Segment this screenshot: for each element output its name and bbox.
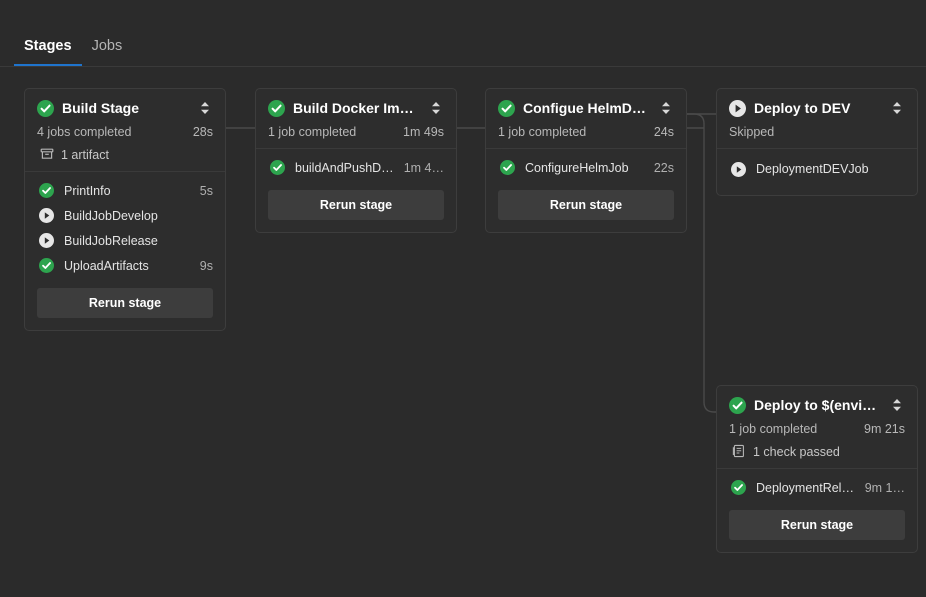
- stage-summary: 1 job completed: [729, 422, 818, 436]
- job-row[interactable]: DeploymentDEVJob: [729, 155, 905, 183]
- stage-summary: 4 jobs completed: [37, 125, 132, 139]
- stage-title: Deploy to DEV: [754, 100, 851, 116]
- job-duration: 9s: [199, 258, 213, 273]
- stage-header: Deploy to DEV Skipped: [717, 89, 917, 149]
- stage-artifact-label: 1 artifact: [61, 147, 109, 162]
- rerun-stage-button[interactable]: Rerun stage: [498, 190, 674, 220]
- skipped-circle-icon: [39, 233, 54, 248]
- stage-summary-row: 1 job completed 1m 49s: [268, 125, 444, 139]
- rerun-stage-button[interactable]: Rerun stage: [37, 288, 213, 318]
- job-row[interactable]: DeploymentReleaseJ… 9m 1…: [729, 475, 905, 500]
- stage-duration: 1m 49s: [403, 125, 444, 139]
- job-name: BuildJobRelease: [64, 233, 158, 248]
- skipped-circle-icon: [731, 161, 746, 177]
- job-name: UploadArtifacts: [64, 258, 149, 273]
- view-tabbar: Stages Jobs: [0, 0, 926, 67]
- job-duration: 22s: [653, 160, 674, 175]
- stage-card-build-stage[interactable]: Build Stage 4 jobs completed 28s 1 artif…: [24, 88, 226, 331]
- stage-header: Deploy to $(environ… 1 job completed 9m …: [717, 386, 917, 469]
- stage-job-list: DeploymentReleaseJ… 9m 1… Rerun stage: [717, 469, 917, 552]
- stage-title: Build Docker Image: [293, 100, 420, 116]
- job-row[interactable]: PrintInfo 5s: [37, 178, 213, 203]
- job-row[interactable]: BuildJobRelease: [37, 228, 213, 253]
- job-name: BuildJobDevelop: [64, 208, 158, 223]
- stage-header: Build Stage 4 jobs completed 28s 1 artif…: [25, 89, 225, 172]
- chevron-up-down-icon[interactable]: [889, 99, 905, 117]
- chevron-up-down-icon[interactable]: [197, 99, 213, 117]
- job-row[interactable]: UploadArtifacts 9s: [37, 253, 213, 278]
- rerun-stage-button[interactable]: Rerun stage: [729, 510, 905, 540]
- stage-summary-row: 1 job completed 9m 21s: [729, 422, 905, 436]
- job-name: ConfigureHelmJob: [525, 160, 629, 175]
- artifact-box-icon: [40, 147, 55, 162]
- check-circle-icon: [39, 258, 54, 273]
- job-duration: 5s: [199, 183, 213, 198]
- check-circle-icon: [270, 160, 285, 175]
- stage-card-deploy-to-environment[interactable]: Deploy to $(environ… 1 job completed 9m …: [716, 385, 918, 553]
- job-name: buildAndPushDocker…: [295, 160, 394, 175]
- stage-summary-row: Skipped: [729, 125, 905, 139]
- check-circle-icon: [39, 183, 54, 198]
- connector-branch-release: [687, 113, 716, 413]
- stage-card-build-docker-image[interactable]: Build Docker Image 1 job completed 1m 49…: [255, 88, 457, 233]
- chevron-up-down-icon[interactable]: [428, 99, 444, 117]
- skipped-circle-icon: [39, 208, 54, 223]
- check-circle-icon: [498, 99, 515, 117]
- chevron-up-down-icon[interactable]: [889, 396, 905, 414]
- stage-check-row[interactable]: 1 check passed: [729, 444, 905, 459]
- rerun-stage-button[interactable]: Rerun stage: [268, 190, 444, 220]
- stage-title: Deploy to $(environ…: [754, 397, 881, 413]
- tab-jobs[interactable]: Jobs: [82, 38, 133, 67]
- skipped-circle-icon: [729, 99, 746, 117]
- tab-stages[interactable]: Stages: [14, 38, 82, 67]
- stage-check-label: 1 check passed: [753, 444, 840, 459]
- stage-card-deploy-to-dev[interactable]: Deploy to DEV Skipped DeploymentDEVJob: [716, 88, 918, 196]
- stage-summary-row: 4 jobs completed 28s: [37, 125, 213, 139]
- stage-title: Build Stage: [62, 100, 140, 116]
- stage-summary: 1 job completed: [498, 125, 587, 139]
- stage-summary-row: 1 job completed 24s: [498, 125, 674, 139]
- stage-card-configue-helm-deployment[interactable]: Configue HelmDepl… 1 job completed 24s: [485, 88, 687, 233]
- stage-job-list: PrintInfo 5s BuildJobDevelop BuildJobRel…: [25, 172, 225, 330]
- job-name: DeploymentReleaseJ…: [756, 480, 855, 495]
- stage-job-list: DeploymentDEVJob: [717, 149, 917, 195]
- job-row[interactable]: buildAndPushDocker… 1m 4…: [268, 155, 444, 180]
- stage-job-list: buildAndPushDocker… 1m 4… Rerun stage: [256, 149, 456, 232]
- job-name: DeploymentDEVJob: [756, 162, 869, 176]
- job-row[interactable]: BuildJobDevelop: [37, 203, 213, 228]
- stage-header: Configue HelmDepl… 1 job completed 24s: [486, 89, 686, 149]
- stage-job-list: ConfigureHelmJob 22s Rerun stage: [486, 149, 686, 232]
- stage-duration: 9m 21s: [864, 422, 905, 436]
- stage-duration: 28s: [192, 125, 213, 139]
- stage-artifact-row[interactable]: 1 artifact: [37, 147, 213, 162]
- stage-summary: Skipped: [729, 125, 775, 139]
- job-duration: 9m 1…: [864, 480, 905, 495]
- check-circle-icon: [729, 396, 746, 414]
- check-circle-icon: [731, 480, 746, 495]
- check-circle-icon: [268, 99, 285, 117]
- stage-summary: 1 job completed: [268, 125, 357, 139]
- checklist-icon: [732, 444, 747, 459]
- check-circle-icon: [500, 160, 515, 175]
- pipeline-stages-view: Stages Jobs Build Stage 4 jobs completed…: [0, 0, 926, 597]
- job-duration: 1m 4…: [403, 160, 444, 175]
- stage-duration: 24s: [653, 125, 674, 139]
- stage-title: Configue HelmDepl…: [523, 100, 650, 116]
- stage-graph-canvas: Build Stage 4 jobs completed 28s 1 artif…: [0, 67, 926, 597]
- job-name: PrintInfo: [64, 183, 111, 198]
- check-circle-icon: [37, 99, 54, 117]
- chevron-up-down-icon[interactable]: [658, 99, 674, 117]
- stage-header: Build Docker Image 1 job completed 1m 49…: [256, 89, 456, 149]
- job-row[interactable]: ConfigureHelmJob 22s: [498, 155, 674, 180]
